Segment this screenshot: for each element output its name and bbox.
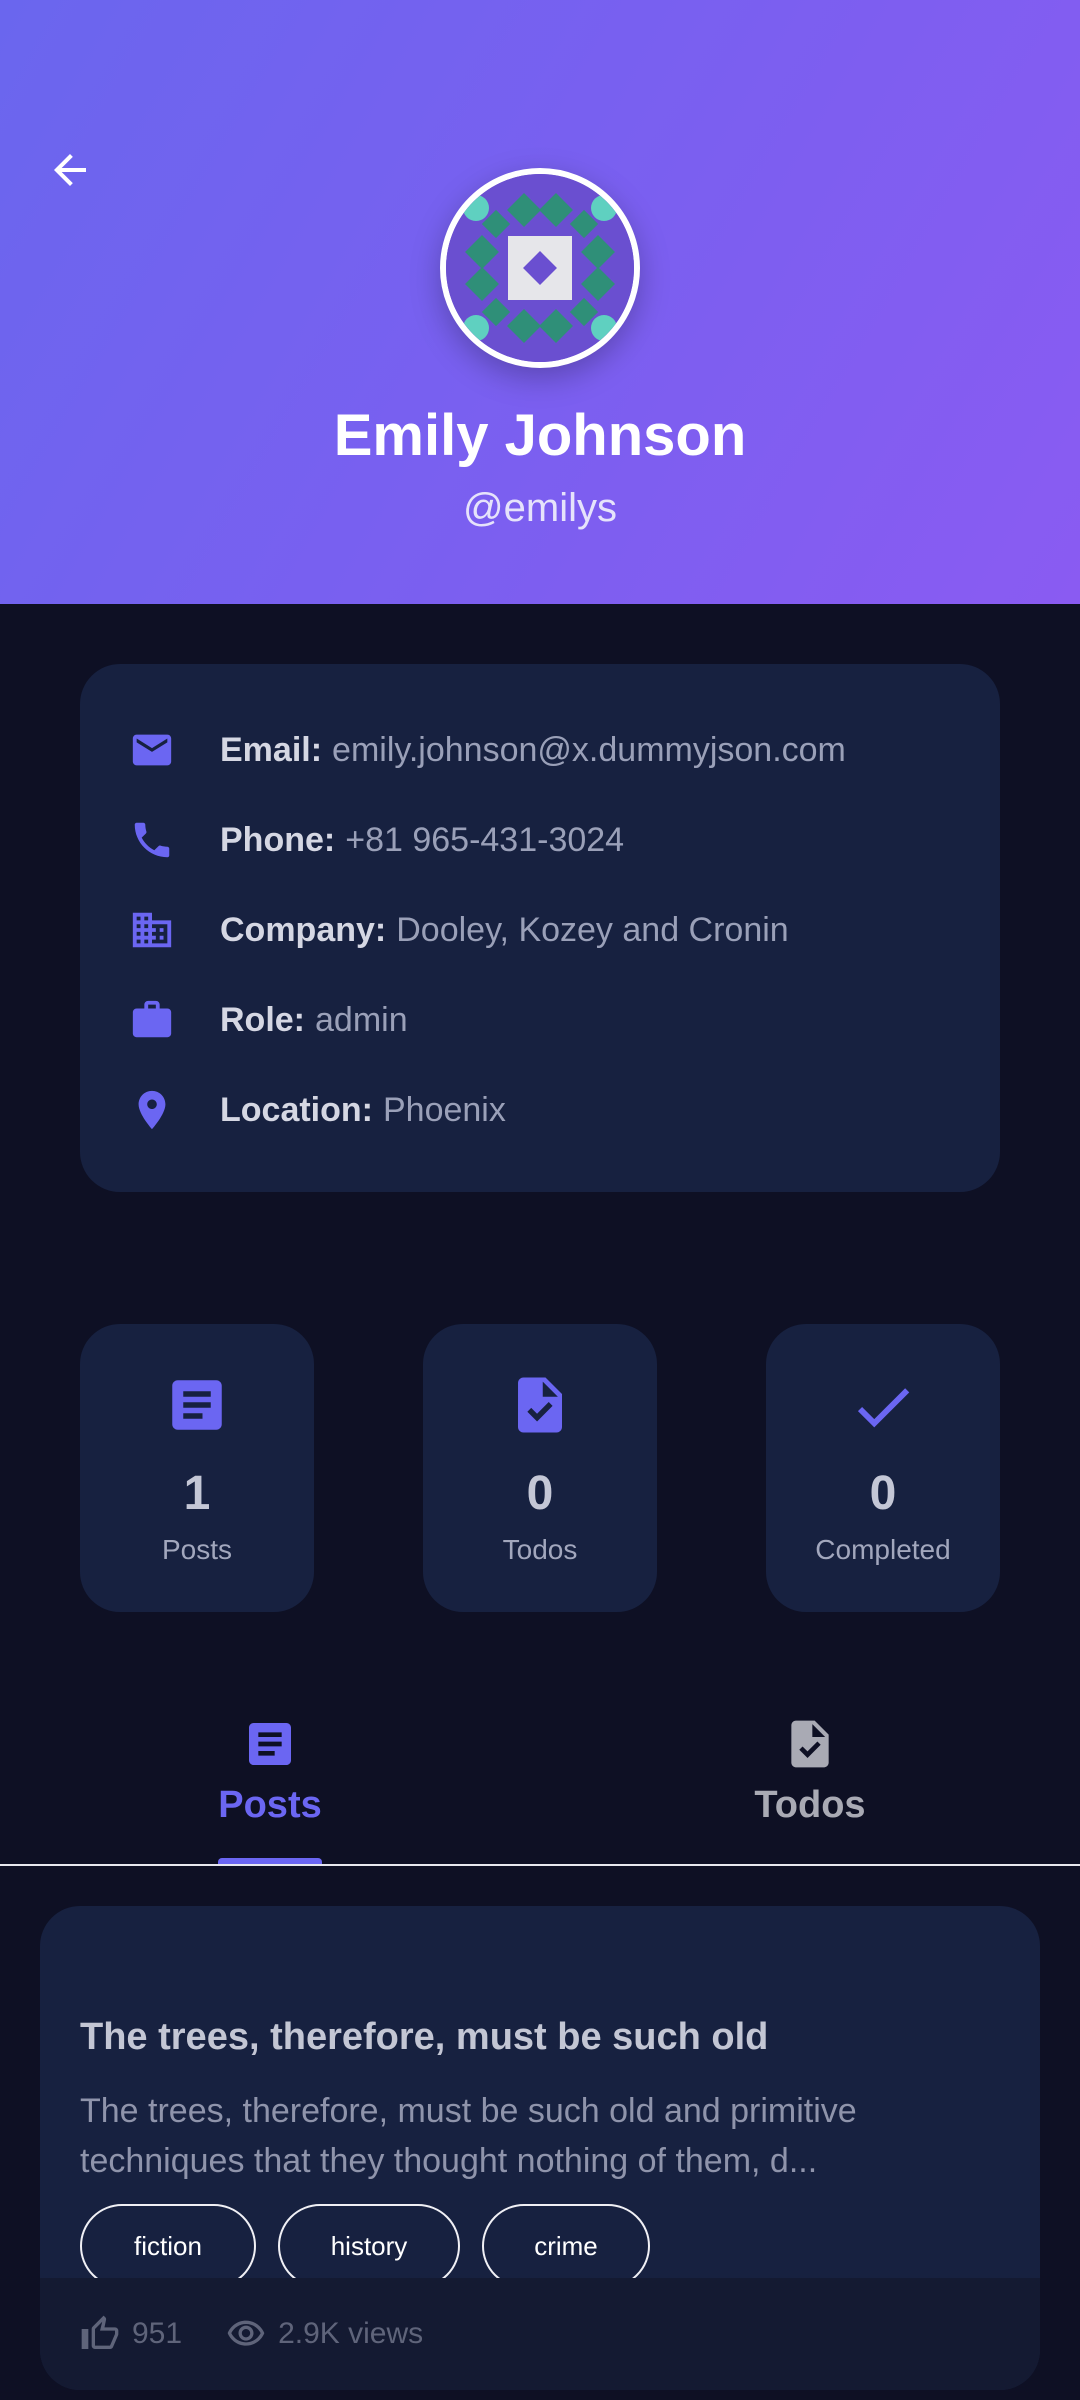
tag-chip[interactable]: history (278, 2204, 460, 2288)
stat-value: 0 (869, 1467, 897, 1520)
back-button[interactable] (40, 140, 100, 200)
building-icon (120, 900, 184, 960)
check-icon (766, 1372, 1000, 1442)
stat-label: Posts (161, 1534, 233, 1565)
phone-icon (120, 810, 184, 870)
info-value: emily.johnson@x.dummyjson.com (332, 730, 846, 769)
post-tags: fiction history crime (80, 2204, 672, 2288)
info-label: Company: (220, 910, 387, 949)
user-handle: @emilys (463, 486, 617, 530)
tag-chip[interactable]: crime (482, 2204, 650, 2288)
likes-value: 951 (132, 2317, 183, 2350)
info-row-company: Company: Dooley, Kozey and Cronin (120, 900, 789, 960)
stat-card-posts[interactable]: 1 Posts (80, 1324, 314, 1612)
briefcase-icon (120, 990, 184, 1050)
tab-todos[interactable]: Todos (540, 1710, 1080, 1866)
tab-label: Todos (754, 1784, 866, 1826)
post-card[interactable]: The trees, therefore, must be such old T… (40, 1906, 1040, 2390)
email-icon (120, 720, 184, 780)
task-document-icon (540, 1716, 1080, 1772)
profile-header: Emily Johnson @emilys (0, 0, 1080, 604)
info-value: Dooley, Kozey and Cronin (396, 910, 789, 949)
info-label: Location: (220, 1090, 373, 1129)
likes-count[interactable]: 951 (80, 2314, 182, 2354)
stat-label: Todos (502, 1534, 578, 1565)
info-row-role: Role: admin (120, 990, 408, 1050)
tab-posts[interactable]: Posts (0, 1710, 540, 1866)
identicon-avatar (446, 174, 634, 362)
info-label: Phone: (220, 820, 336, 859)
info-row-location: Location: Phoenix (120, 1080, 506, 1140)
arrow-left-icon (54, 154, 86, 186)
tab-divider (0, 1864, 1080, 1866)
article-icon (0, 1716, 540, 1772)
post-footer: 951 2.9K views (40, 2278, 1040, 2390)
info-value: +81 965-431-3024 (345, 820, 625, 859)
info-row-phone: Phone: +81 965-431-3024 (120, 810, 624, 870)
stat-value: 1 (183, 1467, 211, 1520)
user-full-name: Emily Johnson (333, 403, 747, 468)
info-label: Role: (220, 1000, 305, 1039)
stat-label: Completed (815, 1534, 951, 1565)
tab-label: Posts (218, 1784, 322, 1826)
avatar[interactable] (440, 168, 640, 368)
views-value: 2.9K views (278, 2317, 424, 2350)
thumb-up-icon (81, 2315, 119, 2349)
tag-chip[interactable]: fiction (80, 2204, 256, 2288)
eye-icon (227, 2320, 265, 2346)
views-count: 2.9K views (226, 2314, 423, 2354)
info-label: Email: (220, 730, 323, 769)
info-row-email: Email: emily.johnson@x.dummyjson.com (120, 720, 846, 780)
info-value: admin (315, 1000, 408, 1039)
stat-card-todos[interactable]: 0 Todos (423, 1324, 657, 1612)
location-pin-icon (120, 1080, 184, 1140)
info-value: Phoenix (382, 1090, 506, 1129)
article-icon (80, 1372, 314, 1442)
stat-card-completed[interactable]: 0 Completed (766, 1324, 1000, 1612)
task-document-icon (423, 1372, 657, 1442)
contact-info-card: Email: emily.johnson@x.dummyjson.com Pho… (80, 664, 1000, 1192)
post-title: The trees, therefore, must be such old (80, 2016, 769, 2058)
post-body: The trees, therefore, must be such old a… (80, 2092, 857, 2180)
stat-value: 0 (526, 1467, 554, 1520)
